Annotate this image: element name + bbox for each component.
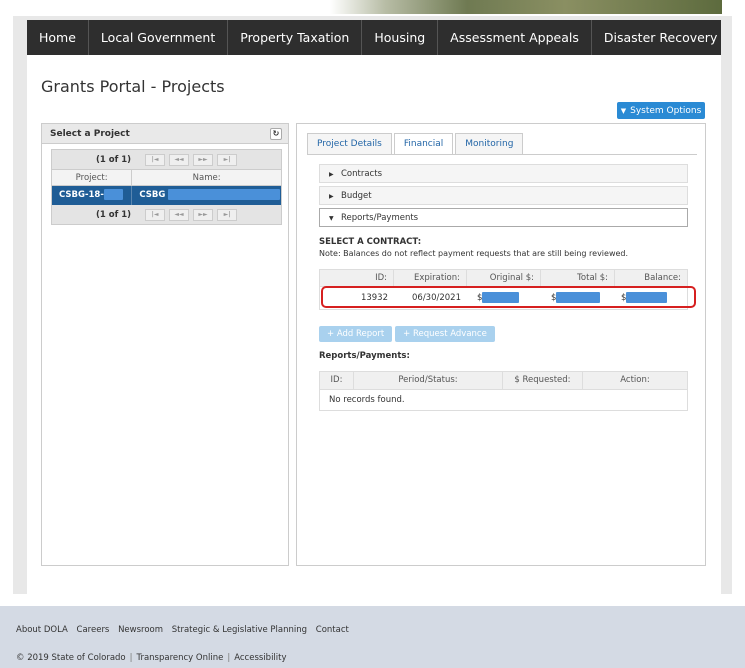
project-panel-header: Select a Project ↻ [42, 124, 288, 144]
tab-divider [307, 154, 697, 155]
project-row[interactable]: CSBG-18- CSBG [52, 186, 281, 205]
select-contract-title: SELECT A CONTRACT: [319, 237, 422, 247]
tab-financial[interactable]: Financial [393, 133, 454, 155]
col-original: Original $: [467, 270, 541, 286]
reports-table: ID: Period/Status: $ Requested: Action: … [319, 371, 688, 411]
first-page-icon[interactable]: |◄ [145, 153, 166, 166]
nav-disaster-recovery[interactable]: Disaster Recovery [592, 20, 729, 55]
nav-assessment-appeals[interactable]: Assessment Appeals [438, 20, 592, 55]
highlight-annotation [321, 286, 696, 308]
col-period-status: Period/Status: [354, 372, 503, 389]
col-requested: $ Requested: [503, 372, 583, 389]
footer-link-contact[interactable]: Contact [316, 625, 349, 635]
request-advance-button[interactable]: + Request Advance [395, 326, 495, 342]
balance-note: Note: Balances do not reflect payment re… [319, 249, 629, 258]
accordion-label: Reports/Payments [341, 213, 419, 223]
last-page-icon[interactable]: ►| [217, 208, 238, 221]
footer-link-transparency[interactable]: Transparency Online [137, 653, 224, 663]
empty-message: No records found. [329, 395, 405, 405]
report-actions: + Add Report + Request Advance [319, 326, 495, 342]
main-nav: Home Local Government Property Taxation … [27, 20, 721, 55]
footer-link-careers[interactable]: Careers [77, 625, 110, 635]
accordion-label: Budget [341, 191, 372, 201]
accordion-budget[interactable]: ▶ Budget [319, 186, 688, 205]
col-balance: Balance: [644, 273, 681, 283]
pager-text: (1 of 1) [95, 154, 132, 165]
project-name: CSBG [139, 190, 166, 200]
pager-text: (1 of 1) [95, 209, 132, 220]
nav-local-government[interactable]: Local Government [89, 20, 229, 55]
footer-link-about[interactable]: About DOLA [16, 625, 68, 635]
next-page-icon[interactable]: ►► [193, 208, 214, 221]
chevron-down-icon: ▼ [620, 106, 627, 115]
page-title: Grants Portal - Projects [41, 77, 225, 96]
col-expiration: Expiration: [394, 270, 467, 286]
pager-top: (1 of 1) |◄ ◄◄ ►► ►| [52, 150, 281, 169]
footer-link-planning[interactable]: Strategic & Legislative Planning [172, 625, 307, 635]
reports-payments-title: Reports/Payments: [319, 351, 410, 361]
grid-header: Project: Name: [52, 169, 281, 186]
add-report-button[interactable]: + Add Report [319, 326, 393, 342]
next-page-icon[interactable]: ►► [193, 153, 214, 166]
chevron-right-icon: ▶ [329, 171, 334, 178]
system-options-button[interactable]: ▼ System Options [617, 102, 705, 119]
chevron-down-icon: ▼ [329, 215, 334, 222]
tab-project-details[interactable]: Project Details [307, 133, 392, 155]
nav-property-taxation[interactable]: Property Taxation [228, 20, 363, 55]
project-id-cell: CSBG-18- [52, 186, 133, 205]
prev-page-icon[interactable]: ◄◄ [169, 153, 190, 166]
refresh-icon[interactable]: ↻ [270, 128, 282, 140]
col-action: Action: [620, 375, 650, 385]
last-page-icon[interactable]: ►| [217, 153, 238, 166]
col-id: ID: [320, 270, 394, 286]
col-total: Total $: [541, 270, 615, 286]
footer-links: About DOLA Careers Newsroom Strategic & … [16, 625, 355, 635]
chevron-right-icon: ▶ [329, 193, 334, 200]
project-panel: Select a Project ↻ (1 of 1) |◄ ◄◄ ►► ►| … [41, 123, 289, 566]
col-name[interactable]: Name: [132, 170, 281, 185]
contract-table-header: ID: Expiration: Original $: Total $: Bal… [320, 270, 687, 287]
footer-link-newsroom[interactable]: Newsroom [118, 625, 163, 635]
accordion-contracts[interactable]: ▶ Contracts [319, 164, 688, 183]
copyright: © 2019 State of Colorado [16, 653, 126, 663]
nav-housing[interactable]: Housing [362, 20, 439, 55]
separator: | [129, 653, 133, 663]
prev-page-icon[interactable]: ◄◄ [169, 208, 190, 221]
accordion-reports-payments[interactable]: ▼ Reports/Payments [319, 208, 688, 227]
tab-monitoring[interactable]: Monitoring [455, 133, 524, 155]
redaction [103, 189, 123, 200]
project-panel-title: Select a Project [50, 129, 130, 139]
details-panel: Project Details Financial Monitoring ▶ Co… [296, 123, 706, 566]
redaction [168, 189, 281, 200]
col-project[interactable]: Project: [52, 170, 133, 185]
project-name-cell: CSBG [132, 186, 281, 205]
tab-bar: Project Details Financial Monitoring [307, 133, 524, 155]
footer-link-accessibility[interactable]: Accessibility [234, 653, 286, 663]
project-id: CSBG-18- [59, 190, 104, 200]
separator: | [227, 653, 231, 663]
col-id: ID: [320, 372, 354, 389]
project-grid: (1 of 1) |◄ ◄◄ ►► ►| Project: Name: CSBG… [51, 149, 282, 225]
header-banner-image [330, 0, 722, 14]
accordion-label: Contracts [341, 169, 382, 179]
first-page-icon[interactable]: |◄ [145, 208, 166, 221]
pager-bottom: (1 of 1) |◄ ◄◄ ►► ►| [52, 205, 281, 224]
reports-table-header: ID: Period/Status: $ Requested: Action: [320, 372, 687, 390]
system-options-label: System Options [630, 105, 702, 116]
footer-copyright-line: © 2019 State of Colorado | Transparency On… [16, 653, 287, 663]
nav-home[interactable]: Home [27, 20, 89, 55]
